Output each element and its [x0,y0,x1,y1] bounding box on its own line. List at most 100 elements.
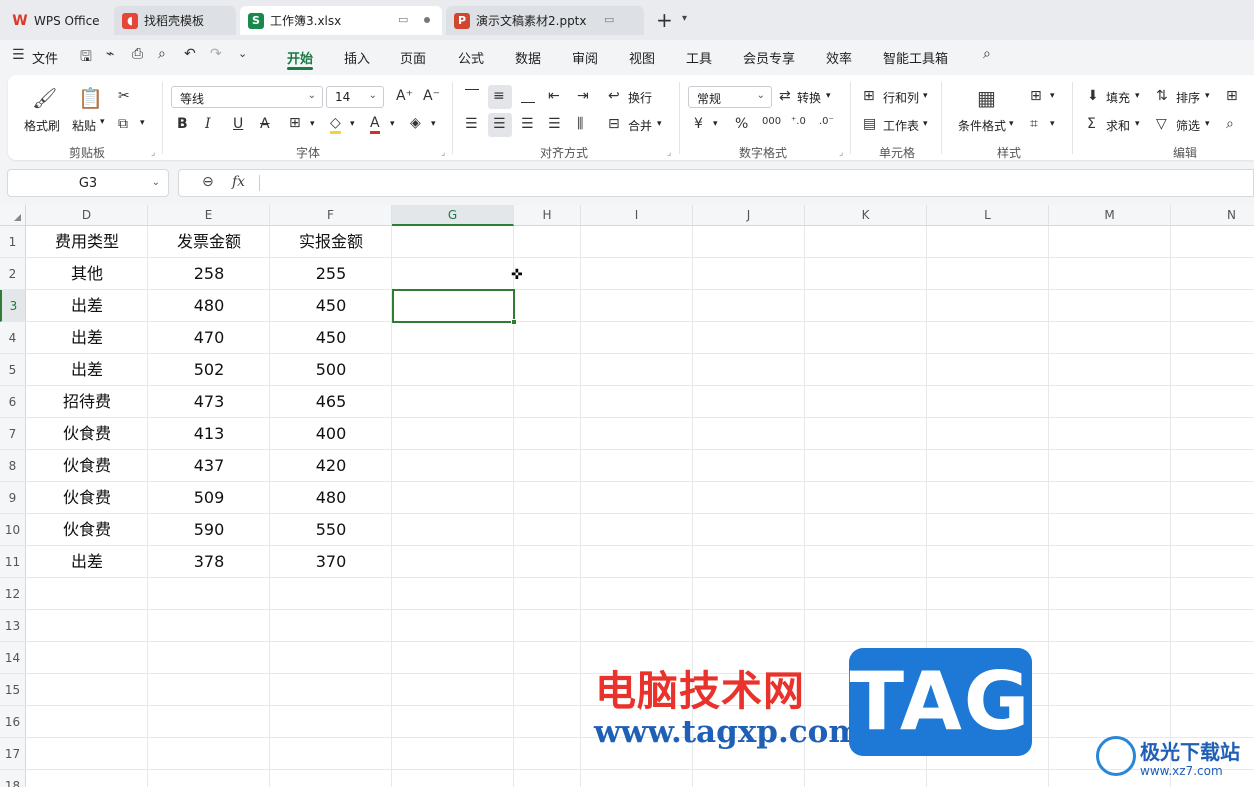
row-header-6[interactable]: 6 [0,386,26,418]
name-box[interactable]: G3 ⌄ [7,169,169,197]
conditional-format-button[interactable]: 条件格式 [958,117,1006,134]
wrap-text-icon[interactable]: ↩ [608,88,620,104]
cell-style-icon[interactable]: ⊞ [1030,88,1042,104]
table-cell[interactable]: 450 [270,290,392,322]
column-header-n[interactable]: N [1171,205,1254,226]
row-header-7[interactable]: 7 [0,418,26,450]
dialog-launcher-icon[interactable]: ⌟ [667,148,671,158]
table-cell[interactable]: 550 [270,514,392,546]
row-header-2[interactable]: 2 [0,258,26,290]
font-color-icon[interactable]: A [370,115,380,134]
underline-icon[interactable]: U [233,116,243,132]
fill-button[interactable]: 填充 [1106,89,1130,106]
tab-wps-office[interactable]: W WPS Office [4,6,110,35]
row-header-13[interactable]: 13 [0,610,26,642]
tab-docer[interactable]: ◖ 找稻壳模板 [114,6,236,35]
tab-presentation[interactable]: P 演示文稿素材2.pptx ▭ [446,6,644,35]
format-painter-icon[interactable]: 🖌 [32,86,57,110]
chevron-down-icon[interactable]: ▾ [1205,91,1210,101]
rows-columns-button[interactable]: 行和列 [883,89,919,106]
cut-icon[interactable]: ✂ [118,88,130,104]
table-cell[interactable]: 伙食费 [26,514,148,546]
row-header-16[interactable]: 16 [0,706,26,738]
merge-icon[interactable]: ⊟ [608,116,620,132]
column-header-j[interactable]: J [693,205,805,226]
format-painter-button[interactable]: 格式刷 [24,117,60,134]
chevron-down-icon[interactable]: ▾ [1135,119,1140,129]
table-cell[interactable]: 590 [148,514,270,546]
table-cell[interactable]: 437 [148,450,270,482]
dialog-launcher-icon[interactable]: ⌟ [151,148,155,158]
menu-view[interactable]: 视图 [629,48,655,67]
chevron-down-icon[interactable]: ⌄ [152,177,160,188]
sum-button[interactable]: 求和 [1106,117,1130,134]
column-header-i[interactable]: I [581,205,693,226]
justify-icon[interactable]: ☰ [548,116,561,132]
column-header-g[interactable]: G [392,205,514,226]
new-tab-plus-icon[interactable]: + [656,10,673,30]
link-icon[interactable]: ⌁ [106,46,114,62]
conditional-format-icon[interactable]: ▦ [977,86,996,110]
table-cell[interactable]: 480 [270,482,392,514]
row-header-15[interactable]: 15 [0,674,26,706]
dialog-launcher-icon[interactable]: ⌟ [441,148,445,158]
border-icon[interactable]: ⊞ [289,115,301,131]
row-header-1[interactable]: 1 [0,226,26,258]
table-cell[interactable]: 465 [270,386,392,418]
menu-insert[interactable]: 插入 [344,48,370,67]
paste-icon[interactable]: 📋 [78,86,103,110]
wrap-text-button[interactable]: 换行 [628,89,652,106]
table-cell[interactable]: 400 [270,418,392,450]
chevron-down-icon[interactable]: ▾ [657,119,662,129]
chevron-down-icon[interactable]: ▾ [390,119,395,129]
table-cell[interactable]: 伙食费 [26,482,148,514]
monitor-icon[interactable]: ▭ [604,13,614,26]
table-cell[interactable]: 509 [148,482,270,514]
dialog-launcher-icon[interactable]: ⌟ [839,148,843,158]
chevron-down-icon[interactable]: ▾ [310,119,315,129]
row-header-8[interactable]: 8 [0,450,26,482]
monitor-icon[interactable]: ▭ [398,13,408,26]
search-icon[interactable]: ⌕ [983,46,991,62]
thousands-separator-icon[interactable]: 000 [762,116,781,127]
table-cell[interactable]: 473 [148,386,270,418]
chevron-down-icon[interactable]: ▾ [1050,119,1055,129]
menu-efficiency[interactable]: 效率 [826,48,852,67]
percent-icon[interactable]: % [735,116,748,132]
align-top-icon[interactable]: ⎺ [465,88,479,104]
menu-member[interactable]: 会员专享 [743,48,795,67]
eraser-icon[interactable]: ◈ [410,115,421,131]
print-icon[interactable]: ⎙ [132,46,143,62]
column-header-e[interactable]: E [148,205,270,226]
table-cell[interactable]: 413 [148,418,270,450]
chevron-down-icon[interactable]: ▾ [431,119,436,129]
align-bottom-icon[interactable]: ⎽ [521,88,535,104]
menu-tools[interactable]: 工具 [686,48,712,67]
chevron-down-icon[interactable]: ▾ [826,91,831,101]
align-left-icon[interactable]: ☰ [465,116,478,132]
column-header-l[interactable]: L [927,205,1049,226]
bold-icon[interactable]: B [177,116,188,132]
table-cell[interactable]: 420 [270,450,392,482]
hamburger-menu-icon[interactable]: ☰ [12,47,25,63]
italic-icon[interactable]: I [205,116,211,132]
menu-file[interactable]: 文件 [32,48,58,67]
decrease-decimal-icon[interactable]: .0⁻ [819,116,834,127]
row-header-18[interactable]: 18 [0,770,26,787]
merge-button[interactable]: 合并 [628,117,652,134]
table-cell[interactable]: 招待费 [26,386,148,418]
undo-icon[interactable]: ↶ [184,46,196,62]
tab-workbook[interactable]: S 工作簿3.xlsx ▭ [240,6,442,35]
table-cell[interactable]: 255 [270,258,392,290]
paste-button[interactable]: 粘贴 [72,117,96,134]
fill-icon[interactable]: ⬇ [1087,88,1099,104]
chevron-down-icon[interactable]: ▾ [100,117,105,127]
convert-button[interactable]: 转换 [797,89,821,106]
number-format-select[interactable]: 常规 ⌄ [688,86,772,108]
table-cell[interactable]: 500 [270,354,392,386]
align-right-icon[interactable]: ☰ [521,116,534,132]
fill-color-icon[interactable]: ◇ [330,115,341,134]
row-header-17[interactable]: 17 [0,738,26,770]
chevron-down-icon[interactable]: ▾ [350,119,355,129]
fill-handle[interactable] [511,319,517,325]
